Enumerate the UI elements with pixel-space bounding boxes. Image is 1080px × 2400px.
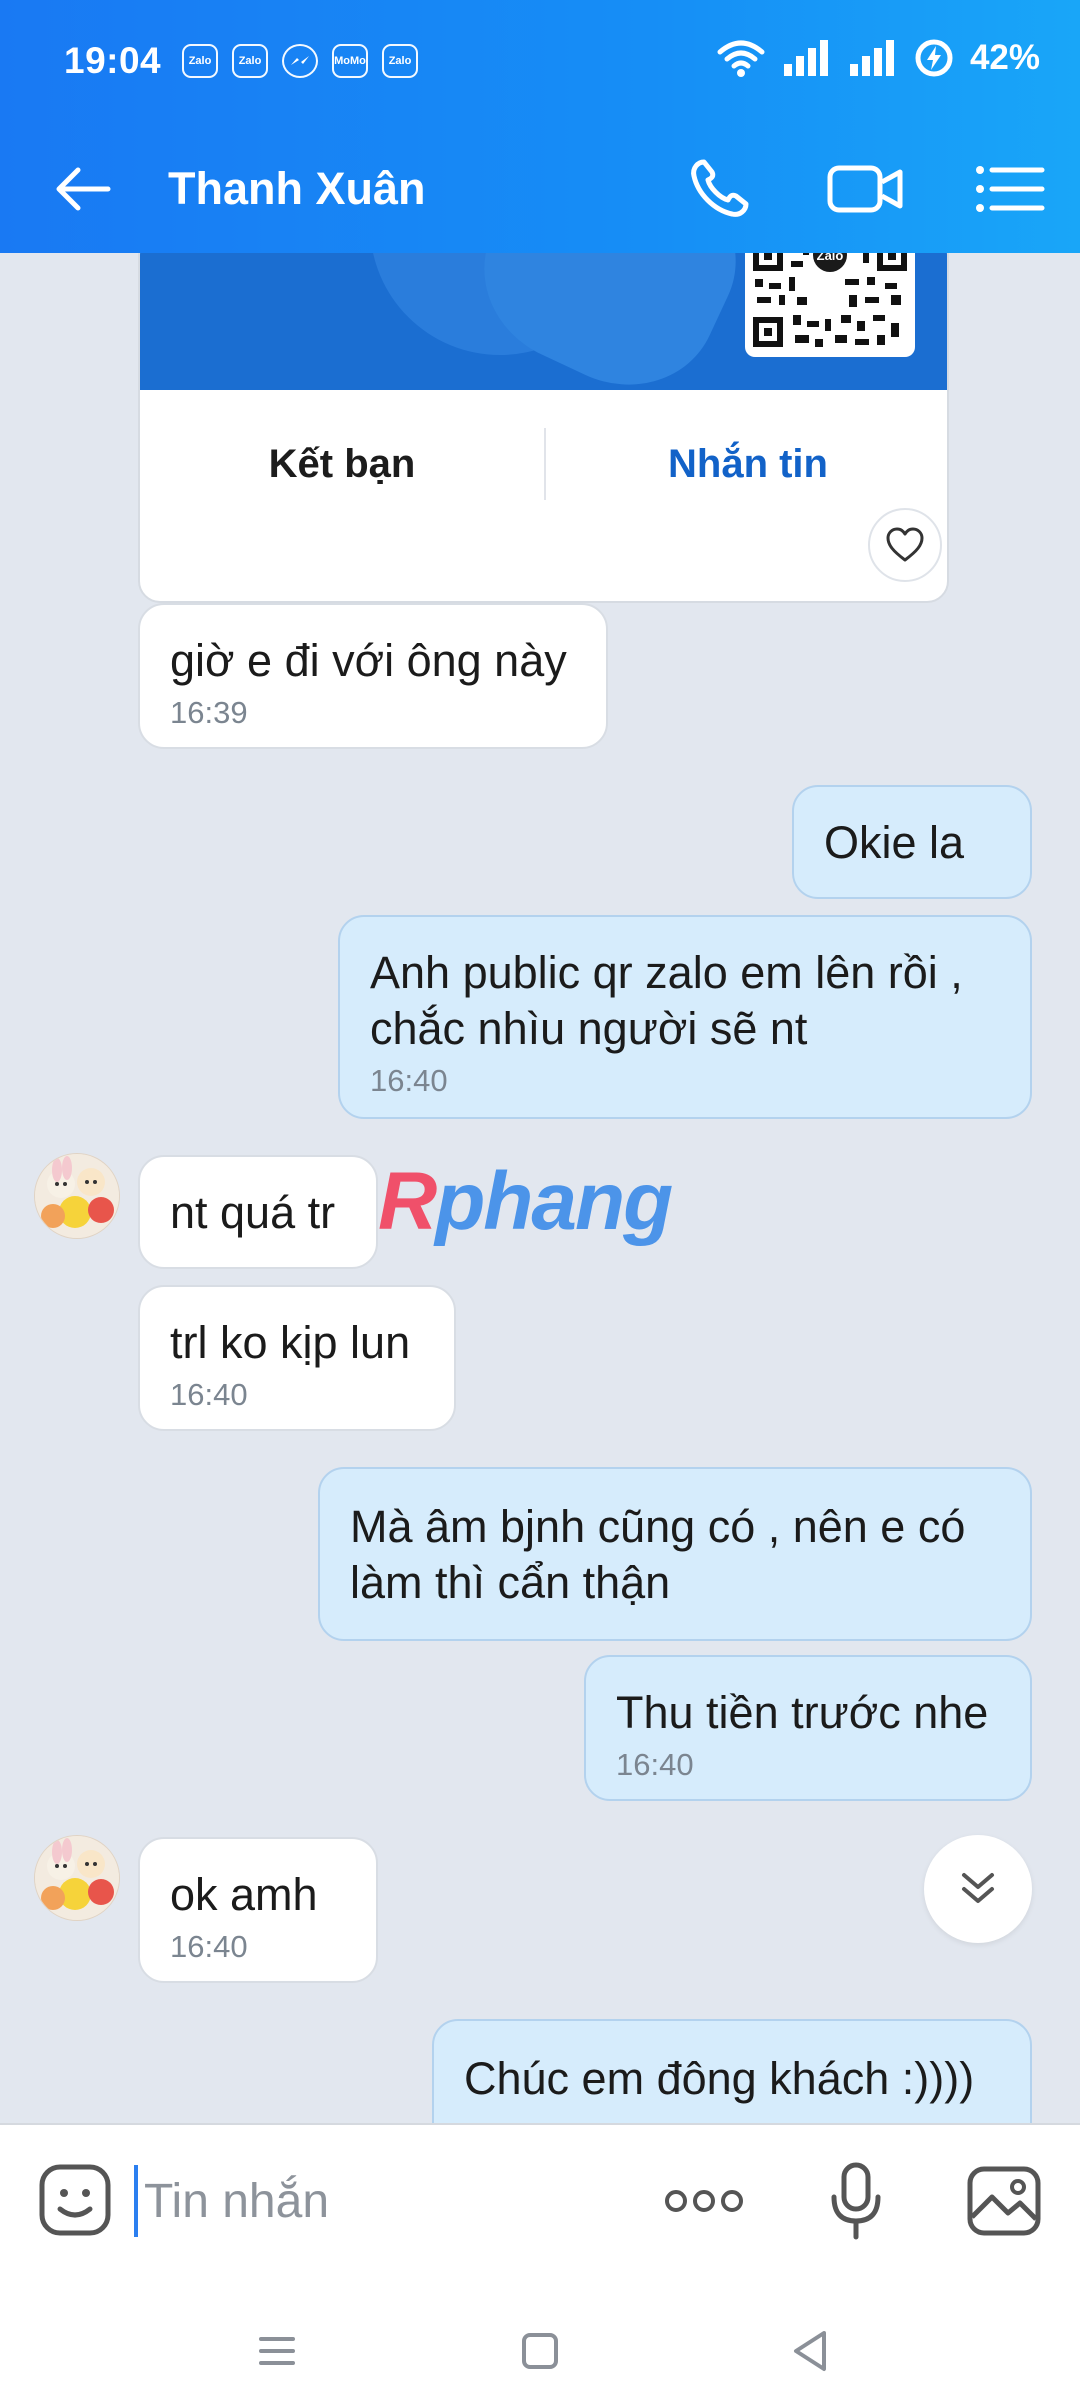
message-text: Mà âm bjnh cũng có , nên e có [350, 1501, 966, 1552]
zalo-notification-icon: Zalo [382, 44, 418, 78]
qr-code: Zalo [745, 253, 915, 357]
menu-list-icon[interactable] [970, 152, 1050, 226]
contact-avatar[interactable] [34, 1835, 120, 1921]
signal-icon [783, 40, 828, 76]
message-bubble-outgoing[interactable]: Okie la [792, 785, 1032, 899]
message-time: 16:40 [170, 1929, 248, 1964]
momo-notification-icon: MoMo [332, 44, 368, 78]
message-text: trl ko kịp lun [170, 1317, 411, 1368]
sticker-emoji-icon[interactable] [38, 2163, 112, 2237]
message-bubble-incoming[interactable]: giờ e đi với ông này 16:39 [138, 603, 608, 749]
contact-avatar[interactable] [34, 1153, 120, 1239]
message-bubble-incoming[interactable]: nt quá tr [138, 1155, 378, 1269]
signal-icon [849, 40, 894, 76]
system-nav-bar [0, 2295, 1080, 2400]
qr-zalo-label: Zalo [817, 253, 844, 263]
status-right: 42% [716, 38, 1040, 78]
message-text: Thu tiền trước nhe [616, 1687, 989, 1738]
chat-header: Thanh Xuân [0, 126, 1080, 253]
watermark-logo: Rphang [378, 1156, 673, 1247]
zalo-notification-icon: Zalo [232, 44, 268, 78]
status-bar: 19:04 Zalo Zalo MoMo Zalo 42% [0, 0, 1080, 126]
message-bubble-incoming[interactable]: ok amh 16:40 [138, 1837, 378, 1983]
video-call-icon[interactable] [826, 152, 906, 226]
message-bubble-outgoing[interactable]: Chúc em đông khách :)))) [432, 2019, 1032, 2123]
more-options-icon[interactable] [662, 2181, 746, 2221]
chat-area[interactable]: Zalo Kết bạn Nhắn tin giờ e đi với ông n… [0, 253, 1080, 2123]
message-text-line2: làm thì cẩn thận [350, 1557, 671, 1608]
message-bubble-outgoing[interactable]: Thu tiền trước nhe 16:40 [584, 1655, 1032, 1801]
message-text: Chúc em đông khách :)))) [464, 2053, 975, 2104]
microphone-icon[interactable] [828, 2161, 884, 2241]
wifi-icon [717, 40, 765, 77]
like-button[interactable] [868, 508, 942, 582]
profile-card-actions: Kết bạn Nhắn tin [140, 390, 947, 601]
back-nav-icon[interactable] [780, 2321, 840, 2381]
status-time: 19:04 [64, 40, 162, 81]
messenger-icon [282, 44, 318, 78]
zalo-notification-icon: Zalo [182, 44, 218, 78]
battery-charging-icon [915, 39, 953, 77]
profile-card: Zalo Kết bạn Nhắn tin [138, 253, 949, 603]
message-bubble-outgoing[interactable]: Anh public qr zalo em lên rồi , chắc nhì… [338, 915, 1032, 1119]
heart-icon [886, 527, 924, 562]
message-text: ok amh [170, 1869, 318, 1920]
message-text: giờ e đi với ông này [170, 635, 567, 686]
home-icon[interactable] [510, 2321, 570, 2381]
message-text: Okie la [824, 817, 965, 868]
message-bubble-incoming[interactable]: trl ko kịp lun 16:40 [138, 1285, 456, 1431]
message-text-line2: chắc nhìu người sẽ nt [370, 1003, 808, 1054]
message-time: 16:40 [616, 1747, 694, 1782]
send-message-button[interactable]: Nhắn tin [546, 428, 947, 500]
profile-card-banner: Zalo [140, 253, 947, 390]
message-bubble-outgoing[interactable]: Mà âm bjnh cũng có , nên e có làm thì cẩ… [318, 1467, 1032, 1641]
add-friend-button[interactable]: Kết bạn [140, 428, 544, 500]
message-input[interactable] [134, 2165, 614, 2237]
message-time: 16:39 [170, 695, 248, 730]
message-time: 16:40 [170, 1377, 248, 1412]
back-arrow-icon[interactable] [50, 156, 116, 222]
message-text: Anh public qr zalo em lên rồi , [370, 947, 963, 998]
double-chevron-down-icon [962, 1873, 994, 1903]
chat-title[interactable]: Thanh Xuân [168, 156, 426, 222]
image-gallery-icon[interactable] [966, 2163, 1042, 2239]
message-text: nt quá tr [170, 1187, 336, 1238]
phone-icon[interactable] [680, 152, 760, 226]
message-time: 16:40 [370, 1063, 448, 1098]
recent-apps-icon[interactable] [247, 2321, 307, 2381]
notification-icons: Zalo Zalo MoMo Zalo [182, 44, 418, 78]
battery-level: 42% [969, 38, 1040, 77]
top-bar: 19:04 Zalo Zalo MoMo Zalo 42% Thanh Xuân [0, 0, 1080, 253]
scroll-to-bottom-button[interactable] [924, 1835, 1032, 1943]
